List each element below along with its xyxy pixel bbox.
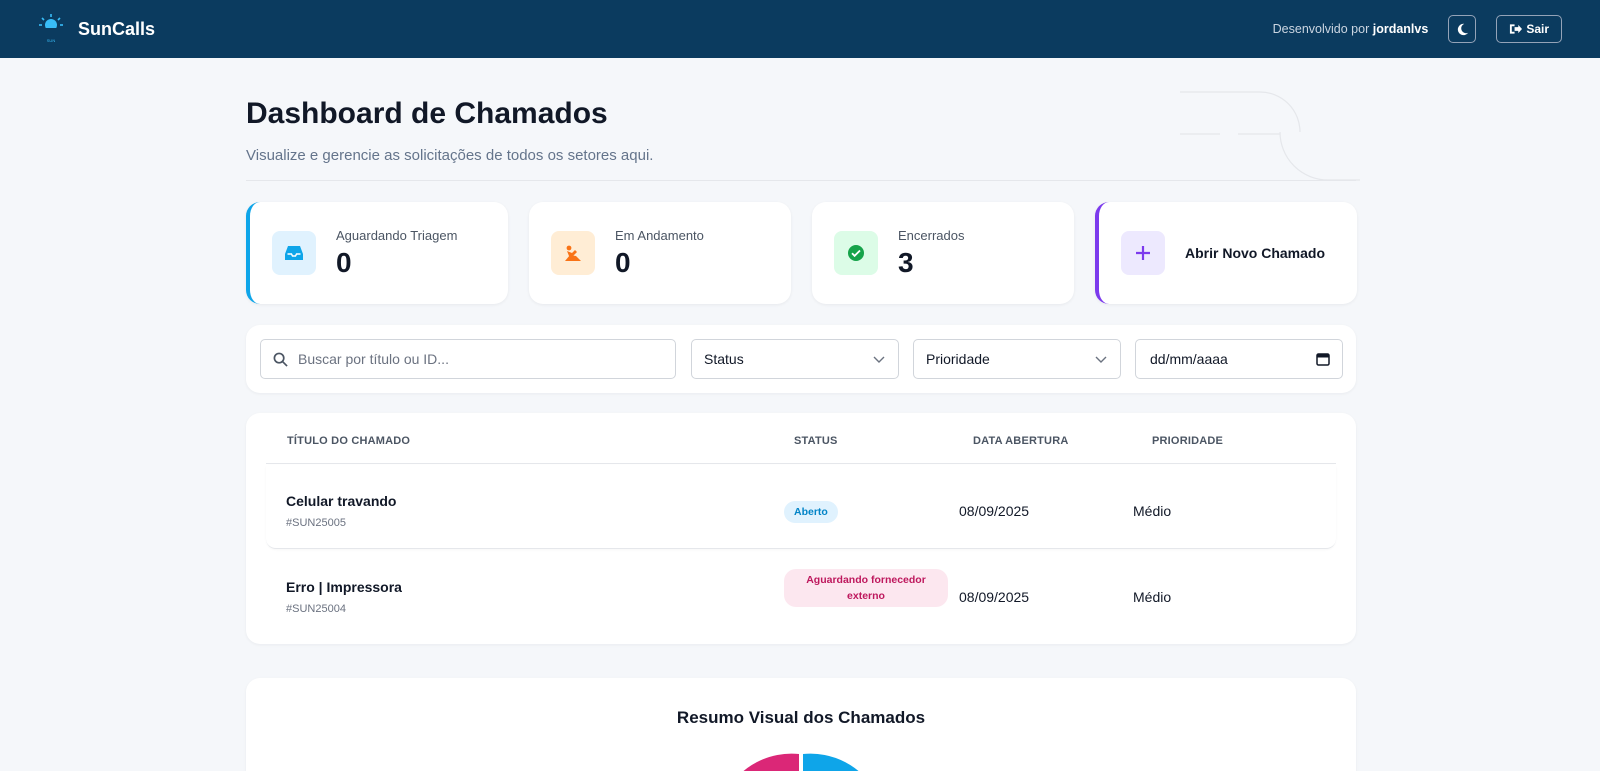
date-input[interactable]: dd/mm/aaaa <box>1135 339 1343 379</box>
stat-card-closed[interactable]: Encerrados 3 <box>812 202 1074 304</box>
svg-text:SUN: SUN <box>47 38 56 43</box>
stat-card-triage[interactable]: Aguardando Triagem 0 <box>246 202 508 304</box>
developer-prefix: Desenvolvido por <box>1272 22 1370 36</box>
ticket-id: #SUN25004 <box>286 603 346 615</box>
header-divider <box>266 463 1336 464</box>
tickets-table: TÍTULO DO CHAMADO STATUS DATA ABERTURA P… <box>246 413 1356 644</box>
stat-label: Aguardando Triagem <box>336 227 458 243</box>
developer-credit: Desenvolvido por jordanlvs <box>1273 22 1429 36</box>
page-title: Dashboard de Chamados <box>246 97 608 130</box>
new-ticket-label: Abrir Novo Chamado <box>1185 245 1326 261</box>
summary-chart-card: Resumo Visual dos Chamados <box>246 678 1356 771</box>
date-placeholder: dd/mm/aaaa <box>1150 351 1228 367</box>
check-circle-icon <box>848 245 864 261</box>
logout-label: Sair <box>1526 22 1549 36</box>
table-row[interactable]: Erro | Impressora #SUN25004 Aguardando f… <box>266 551 1336 635</box>
stat-label: Em Andamento <box>615 227 704 243</box>
search-icon <box>273 352 288 367</box>
table-row[interactable]: Celular travando #SUN25005 Aberto 08/09/… <box>266 465 1336 549</box>
pie-slice-right <box>803 753 859 771</box>
chevron-down-icon <box>873 356 885 363</box>
status-select-value: Status <box>704 351 744 367</box>
ticket-priority: Médio <box>1133 503 1172 519</box>
stat-card-in-progress[interactable]: Em Andamento 0 <box>529 202 791 304</box>
ticket-date: 08/09/2025 <box>959 589 1030 605</box>
plus-icon <box>1136 246 1150 260</box>
page-subtitle: Visualize e gerencie as solicitações de … <box>246 147 654 164</box>
priority-select-value: Prioridade <box>926 351 990 367</box>
ticket-date: 08/09/2025 <box>959 503 1030 519</box>
stat-value: 0 <box>336 246 352 278</box>
ticket-title: Erro | Impressora <box>286 579 402 595</box>
title-divider <box>246 180 1356 181</box>
sun-logo-icon: SUN <box>39 14 63 43</box>
new-ticket-card[interactable]: Abrir Novo Chamado <box>1095 202 1357 304</box>
chevron-down-icon <box>1095 356 1107 363</box>
top-navbar: SUN SunCalls Desenvolvido por jordanlvs … <box>0 0 1600 58</box>
status-select[interactable]: Status <box>691 339 899 379</box>
developer-name: jordanlvs <box>1372 22 1429 36</box>
column-header-priority[interactable]: PRIORIDADE <box>1152 435 1223 447</box>
theme-toggle-button[interactable] <box>1448 15 1477 43</box>
status-badge: Aberto <box>784 501 838 523</box>
filter-bar: Buscar por título ou ID... Status Priori… <box>246 325 1356 393</box>
brand[interactable]: SUN SunCalls <box>38 13 155 45</box>
logout-button[interactable]: Sair <box>1496 15 1562 43</box>
column-header-date[interactable]: DATA ABERTURA <box>973 435 1068 447</box>
stat-value: 0 <box>615 246 631 278</box>
brand-name: SunCalls <box>78 18 156 39</box>
chart-title: Resumo Visual dos Chamados <box>676 708 926 727</box>
inbox-icon <box>285 246 303 260</box>
search-placeholder: Buscar por título ou ID... <box>298 351 449 367</box>
column-header-status[interactable]: STATUS <box>794 435 838 447</box>
ticket-priority: Médio <box>1133 589 1172 605</box>
status-badge: Aguardando fornecedor externo <box>784 569 948 607</box>
summary-pie-chart <box>743 753 859 771</box>
column-header-title[interactable]: TÍTULO DO CHAMADO <box>287 435 410 447</box>
ticket-id: #SUN25005 <box>286 517 346 529</box>
priority-select[interactable]: Prioridade <box>913 339 1121 379</box>
stat-value: 3 <box>898 246 914 278</box>
ticket-title: Celular travando <box>286 493 397 509</box>
worker-icon <box>565 245 581 261</box>
stat-label: Encerrados <box>898 227 965 243</box>
moon-icon <box>1457 23 1468 35</box>
pie-slice-left <box>743 753 799 771</box>
calendar-icon[interactable] <box>1316 352 1330 366</box>
search-input[interactable]: Buscar por título ou ID... <box>260 339 676 379</box>
decorative-illustration <box>1180 91 1360 181</box>
logout-icon <box>1510 24 1523 34</box>
